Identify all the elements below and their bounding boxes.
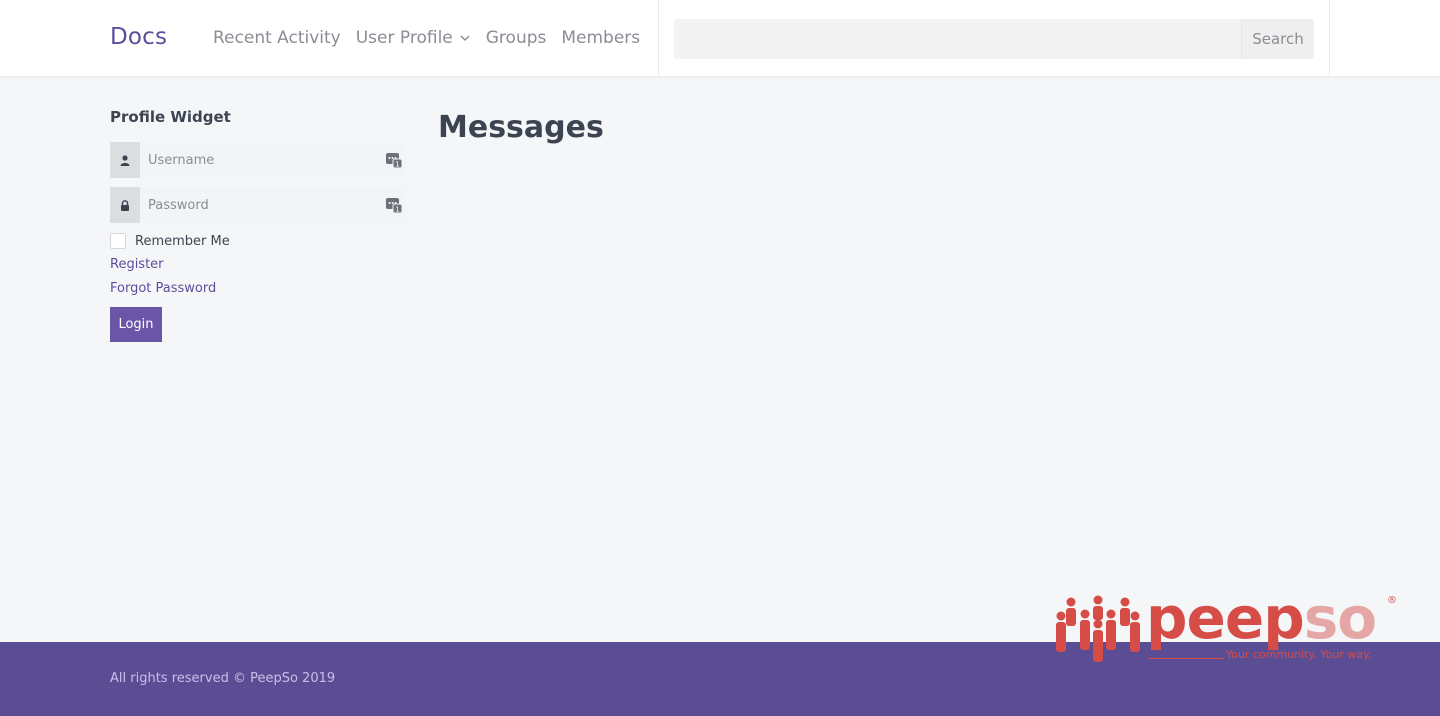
logo-tagline: Your community. Your way. — [1226, 648, 1372, 661]
nav-user-profile-label: User Profile — [355, 28, 453, 48]
top-header: Docs Recent Activity User Profile Groups… — [0, 0, 1440, 77]
page-title: Messages — [438, 110, 604, 145]
password-manager-icon[interactable]: 1 — [386, 152, 402, 168]
svg-text:1: 1 — [395, 161, 399, 169]
search-button[interactable]: Search — [1241, 19, 1314, 59]
profile-widget: Profile Widget 1 1 — [110, 108, 406, 342]
chevron-down-icon — [460, 35, 470, 42]
login-button[interactable]: Login — [110, 307, 162, 342]
nav-user-profile[interactable]: User Profile — [356, 28, 471, 48]
brand-link[interactable]: Docs — [110, 24, 167, 50]
registered-mark: ® — [1387, 595, 1397, 606]
password-field-group: 1 — [110, 187, 406, 223]
lock-icon — [110, 187, 140, 223]
nav-members-label: Members — [561, 28, 641, 48]
user-icon — [110, 142, 140, 178]
forgot-password-link[interactable]: Forgot Password — [110, 279, 406, 299]
username-field-group: 1 — [110, 142, 406, 178]
peepso-people-icon — [1056, 595, 1140, 662]
nav-groups[interactable]: Groups — [486, 28, 547, 48]
search-form: Search — [674, 19, 1314, 59]
main-nav: Recent Activity User Profile Groups Memb… — [213, 28, 655, 48]
remember-me-checkbox[interactable] — [110, 233, 126, 249]
nav-groups-label: Groups — [485, 28, 547, 48]
logo-so: so — [1303, 584, 1377, 652]
widget-title: Profile Widget — [110, 108, 231, 126]
copyright-text: All rights reserved © PeepSo 2019 — [110, 671, 336, 686]
header-divider — [1329, 0, 1330, 77]
logo-peep: peep — [1146, 584, 1305, 652]
logo-underline — [1148, 658, 1224, 659]
nav-recent-activity[interactable]: Recent Activity — [213, 28, 341, 48]
svg-text:1: 1 — [395, 206, 399, 214]
header-divider — [658, 0, 659, 77]
peepso-wordmark: peepso — [1146, 584, 1377, 652]
nav-recent-activity-label: Recent Activity — [213, 28, 341, 48]
password-manager-icon[interactable]: 1 — [386, 197, 402, 213]
username-field[interactable] — [140, 142, 406, 178]
peepso-logo: peepso ® Your community. Your way. — [1056, 586, 1400, 664]
register-link[interactable]: Register — [110, 255, 406, 275]
password-field[interactable] — [140, 187, 406, 223]
remember-me-row: Remember Me — [110, 231, 406, 251]
search-input[interactable] — [674, 19, 1241, 59]
remember-me-label: Remember Me — [135, 233, 230, 249]
nav-members[interactable]: Members — [561, 28, 640, 48]
